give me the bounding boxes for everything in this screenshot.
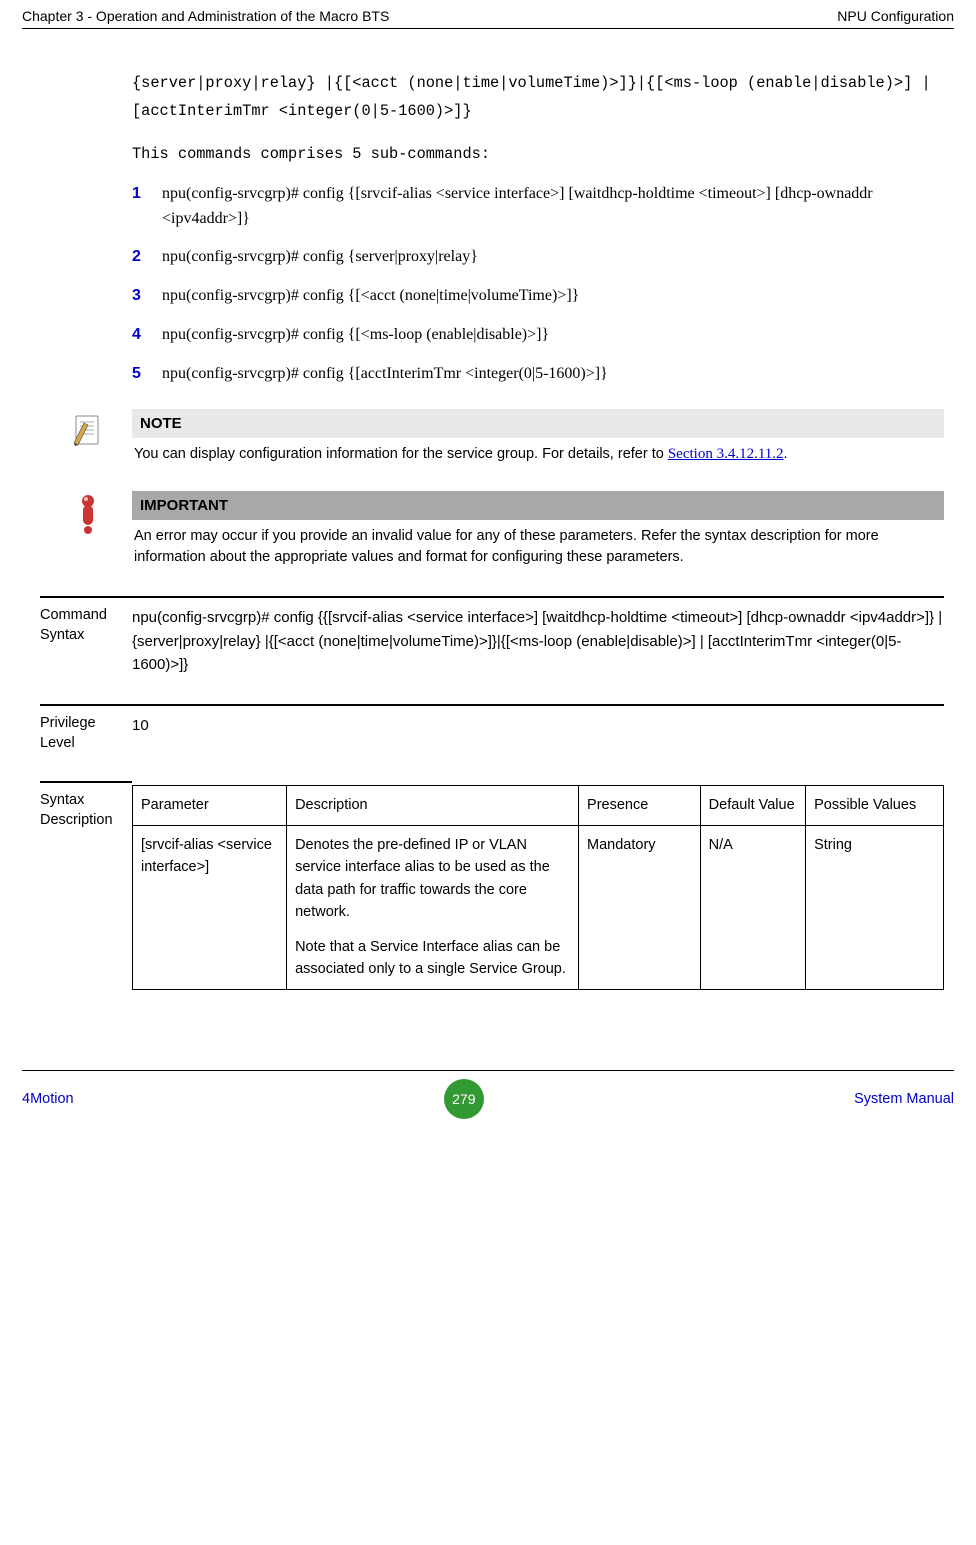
list-number: 5 bbox=[132, 362, 162, 387]
syntax-description-block: Syntax Description Parameter Description… bbox=[40, 781, 944, 989]
th-possible: Possible Values bbox=[806, 786, 944, 825]
note-callout: NOTE You can display configuration infor… bbox=[68, 409, 944, 466]
cell-presence: Mandatory bbox=[579, 825, 701, 989]
code-block-1: {server|proxy|relay} |{[<acct (none|time… bbox=[132, 69, 944, 126]
th-default: Default Value bbox=[700, 786, 805, 825]
cell-possible: String bbox=[806, 825, 944, 989]
th-description: Description bbox=[287, 786, 579, 825]
important-label: IMPORTANT bbox=[132, 491, 944, 520]
note-label: NOTE bbox=[132, 409, 944, 438]
list-text: npu(config-srvcgrp)# config {[acctInteri… bbox=[162, 362, 608, 387]
note-icon bbox=[68, 413, 108, 453]
list-number: 3 bbox=[132, 284, 162, 309]
page-header: Chapter 3 - Operation and Administration… bbox=[22, 8, 954, 29]
important-icon bbox=[68, 495, 108, 535]
list-number: 1 bbox=[132, 182, 162, 207]
cell-description: Denotes the pre-defined IP or VLAN servi… bbox=[287, 825, 579, 989]
important-callout: IMPORTANT An error may occur if you prov… bbox=[68, 491, 944, 568]
footer-right: System Manual bbox=[854, 1091, 954, 1107]
list-item: 1npu(config-srvcgrp)# config {[srvcif-al… bbox=[132, 182, 944, 232]
command-syntax-label: Command Syntax bbox=[40, 596, 132, 645]
code-block-2: This commands comprises 5 sub-commands: bbox=[132, 140, 944, 168]
footer-left: 4Motion bbox=[22, 1091, 74, 1107]
privilege-level-block: Privilege Level 10 bbox=[40, 704, 944, 753]
section-link[interactable]: Section 3.4.12.11.2 bbox=[668, 446, 784, 462]
list-item: 2npu(config-srvcgrp)# config {server|pro… bbox=[132, 245, 944, 270]
important-text: An error may occur if you provide an inv… bbox=[132, 526, 944, 568]
note-text: You can display configuration informatio… bbox=[132, 444, 944, 466]
privilege-label: Privilege Level bbox=[40, 704, 132, 753]
cell-parameter: [srvcif-alias <service interface>] bbox=[133, 825, 287, 989]
page-number-badge: 279 bbox=[444, 1079, 484, 1119]
header-right: NPU Configuration bbox=[837, 8, 954, 24]
command-syntax-block: Command Syntax npu(config-srvcgrp)# conf… bbox=[40, 596, 944, 676]
list-text: npu(config-srvcgrp)# config {[<acct (non… bbox=[162, 284, 579, 309]
header-left: Chapter 3 - Operation and Administration… bbox=[22, 8, 389, 24]
th-presence: Presence bbox=[579, 786, 701, 825]
list-item: 4npu(config-srvcgrp)# config {[<ms-loop … bbox=[132, 323, 944, 348]
subcommand-list: 1npu(config-srvcgrp)# config {[srvcif-al… bbox=[132, 182, 944, 387]
command-syntax-text: npu(config-srvcgrp)# config {{[srvcif-al… bbox=[132, 596, 944, 676]
table-row: [srvcif-alias <service interface>] Denot… bbox=[133, 825, 944, 989]
list-text: npu(config-srvcgrp)# config {server|prox… bbox=[162, 245, 478, 270]
privilege-value: 10 bbox=[132, 704, 944, 737]
page-footer: 4Motion 279 System Manual bbox=[22, 1070, 954, 1119]
list-text: npu(config-srvcgrp)# config {[<ms-loop (… bbox=[162, 323, 549, 348]
list-number: 4 bbox=[132, 323, 162, 348]
list-number: 2 bbox=[132, 245, 162, 270]
th-parameter: Parameter bbox=[133, 786, 287, 825]
list-text: npu(config-srvcgrp)# config {[srvcif-ali… bbox=[162, 182, 944, 232]
cell-default: N/A bbox=[700, 825, 805, 989]
syntax-description-label: Syntax Description bbox=[40, 781, 132, 830]
syntax-table: Parameter Description Presence Default V… bbox=[132, 785, 944, 989]
list-item: 3npu(config-srvcgrp)# config {[<acct (no… bbox=[132, 284, 944, 309]
table-header-row: Parameter Description Presence Default V… bbox=[133, 786, 944, 825]
list-item: 5npu(config-srvcgrp)# config {[acctInter… bbox=[132, 362, 944, 387]
